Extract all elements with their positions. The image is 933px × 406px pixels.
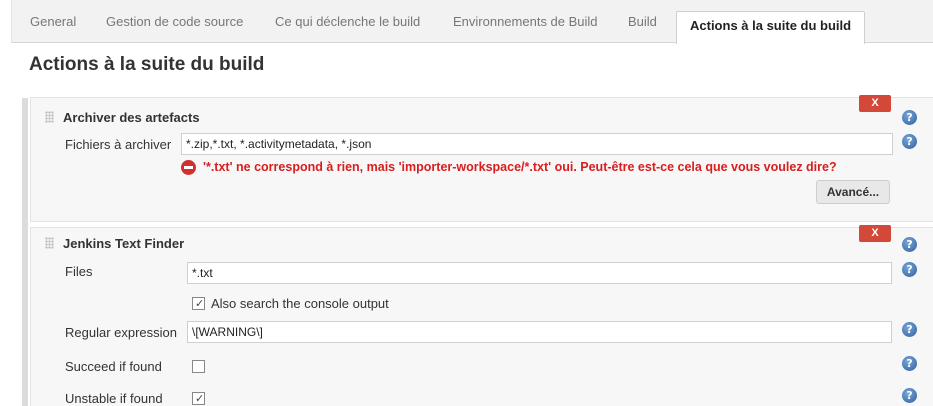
tab-bar: General Gestion de code source Ce qui dé… <box>0 0 933 44</box>
tab-build[interactable]: Build <box>628 11 657 43</box>
text-finder-title: Jenkins Text Finder <box>63 236 185 251</box>
page-title: Actions à la suite du build <box>29 54 265 75</box>
archiver-title: Archiver des artefacts <box>63 110 200 125</box>
error-icon <box>181 160 196 175</box>
archiver-error-message: '*.txt' ne correspond à rien, mais 'impo… <box>203 160 837 174</box>
help-icon[interactable]: ? <box>902 356 917 371</box>
console-output-label: Also search the console output <box>211 296 389 311</box>
drag-handle-icon[interactable] <box>45 111 54 123</box>
advanced-button[interactable]: Avancé... <box>816 180 890 204</box>
succeed-label: Succeed if found <box>65 359 162 374</box>
text-finder-delete-button[interactable]: X <box>859 225 891 242</box>
tab-general[interactable]: General <box>30 11 76 43</box>
drag-handle-icon[interactable] <box>45 237 54 249</box>
help-icon[interactable]: ? <box>902 322 917 337</box>
files-label: Files <box>65 264 93 279</box>
unstable-checkbox[interactable]: ✓ <box>192 392 205 405</box>
tab-build-environment[interactable]: Environnements de Build <box>453 11 598 43</box>
checkmark-icon: ✓ <box>195 392 205 405</box>
unstable-label: Unstable if found <box>65 391 163 406</box>
help-icon[interactable]: ? <box>902 237 917 252</box>
tab-triggers[interactable]: Ce qui déclenche le build <box>275 11 420 43</box>
help-icon[interactable]: ? <box>902 388 917 403</box>
succeed-checkbox[interactable] <box>192 360 205 373</box>
tab-bar-edge <box>0 0 12 43</box>
console-output-checkbox[interactable]: ✓ <box>192 297 205 310</box>
regex-input[interactable]: \[WARNING\] <box>187 321 892 343</box>
text-finder-section <box>30 227 933 406</box>
archiver-files-label: Fichiers à archiver <box>65 137 172 152</box>
archiver-files-input[interactable]: *.zip,*.txt, *.activitymetadata, *.json <box>181 133 893 155</box>
files-input[interactable]: *.txt <box>187 262 892 284</box>
archiver-delete-button[interactable]: X <box>859 95 891 112</box>
tab-scm[interactable]: Gestion de code source <box>106 11 243 43</box>
tab-post-build-actions[interactable]: Actions à la suite du build <box>676 11 866 44</box>
section-rail <box>22 98 28 406</box>
help-icon[interactable]: ? <box>902 262 917 277</box>
help-icon[interactable]: ? <box>902 134 917 149</box>
checkmark-icon: ✓ <box>195 297 205 310</box>
help-icon[interactable]: ? <box>902 110 917 125</box>
regex-label: Regular expression <box>65 325 178 340</box>
